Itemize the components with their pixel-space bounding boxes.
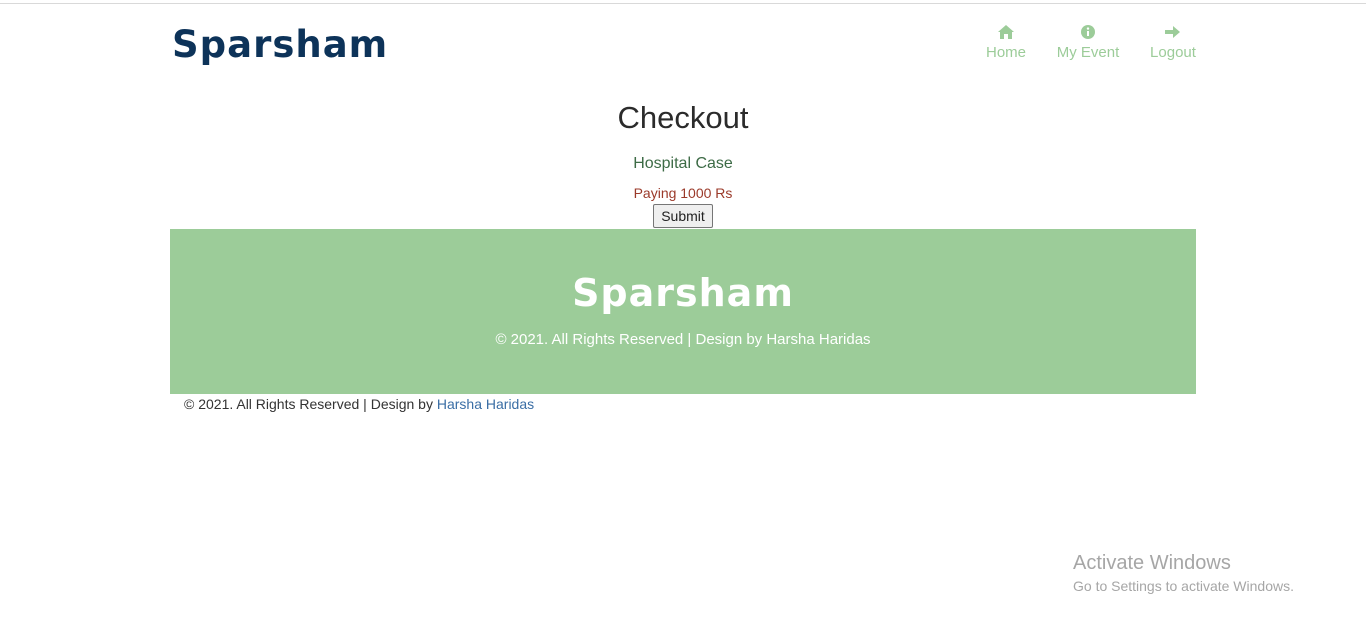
watermark-title: Activate Windows (1073, 552, 1231, 574)
info-icon (1056, 24, 1120, 42)
bottom-copyright: © 2021. All Rights Reserved | Design by … (184, 396, 534, 412)
payment-amount: Paying 1000 Rs (633, 185, 733, 201)
windows-activation-watermark: Activate Windows Go to Settings to activ… (1073, 552, 1294, 594)
nav-logout-label: Logout (1150, 44, 1196, 61)
watermark-subtitle: Go to Settings to activate Windows. (1073, 578, 1294, 594)
nav-my-event-label: My Event (1056, 44, 1120, 61)
home-icon (984, 24, 1028, 42)
top-divider (0, 3, 1366, 4)
page-title: Checkout (617, 100, 749, 135)
author-link[interactable]: Harsha Haridas (437, 396, 534, 412)
nav-logout[interactable]: Logout (1148, 24, 1198, 61)
footer-copyright: © 2021. All Rights Reserved | Design by … (495, 331, 871, 348)
nav-home-label: Home (985, 44, 1026, 61)
nav-my-event[interactable]: My Event (1056, 24, 1120, 61)
nav-home[interactable]: Home (984, 24, 1028, 61)
site-logo[interactable]: Sparsham (172, 23, 388, 66)
arrow-right-icon (1148, 24, 1198, 42)
case-name: Hospital Case (633, 155, 733, 172)
submit-button[interactable]: Submit (653, 204, 713, 228)
footer-logo: Sparsham (572, 271, 794, 315)
footer-banner: Sparsham © 2021. All Rights Reserved | D… (170, 229, 1196, 394)
bottom-copyright-text: © 2021. All Rights Reserved | Design by (184, 396, 433, 412)
